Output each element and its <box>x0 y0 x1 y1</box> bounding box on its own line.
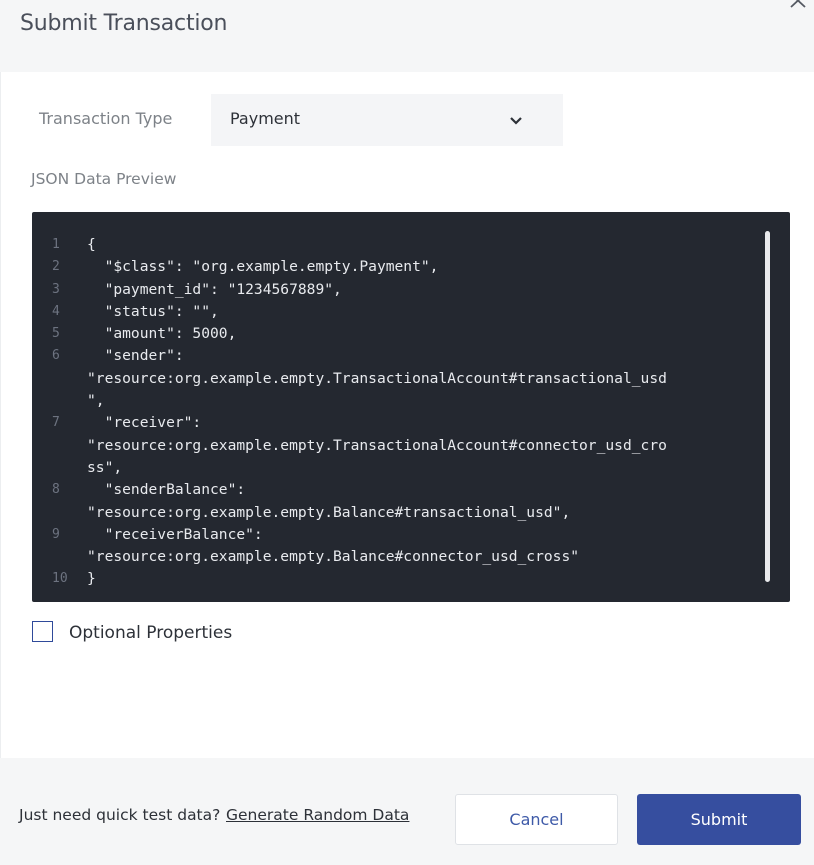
transaction-type-select[interactable]: Payment <box>211 94 563 146</box>
submit-button[interactable]: Submit <box>637 794 801 845</box>
code-line: 5 "amount": 5000, <box>32 323 767 345</box>
line-number: 6 <box>52 348 60 364</box>
line-number: 8 <box>52 482 60 498</box>
line-number <box>32 368 87 390</box>
line-number <box>32 390 87 412</box>
code-line: 3 "payment_id": "1234567889", <box>32 279 767 301</box>
line-number: 3 <box>52 281 60 297</box>
code-text: { <box>87 236 96 253</box>
code-text: "senderBalance": <box>87 481 246 499</box>
json-preview-label: JSON Data Preview <box>31 170 177 188</box>
code-line: "resource:org.example.empty.Transactiona… <box>32 368 767 390</box>
optional-properties-checkbox[interactable] <box>32 621 53 642</box>
code-line: 7 "receiver": <box>32 412 767 434</box>
code-text: "resource:org.example.empty.Balance#tran… <box>87 503 571 521</box>
code-line: 4 "status": "", <box>32 301 767 323</box>
generate-random-data-link[interactable]: Generate Random Data <box>226 806 409 824</box>
code-text: "receiverBalance": <box>87 525 263 543</box>
line-number <box>32 546 87 568</box>
code-text: "$class": "org.example.empty.Payment", <box>87 258 439 276</box>
dialog-title: Submit Transaction <box>20 11 228 36</box>
code-text: "resource:org.example.empty.Transactiona… <box>87 369 667 387</box>
transaction-type-value: Payment <box>230 109 301 128</box>
code-line: 10} <box>32 568 767 590</box>
line-number: 2 <box>52 259 60 275</box>
code-line: 1{ <box>32 234 767 256</box>
code-lines: 1{2 "$class": "org.example.empty.Payment… <box>32 234 767 591</box>
cancel-button[interactable]: Cancel <box>455 794 618 845</box>
line-number <box>32 457 87 479</box>
line-number <box>32 435 87 457</box>
code-line: "resource:org.example.empty.Balance#conn… <box>32 546 767 568</box>
chevron-down-icon <box>509 114 523 126</box>
code-text: "payment_id": "1234567889", <box>87 280 342 298</box>
transaction-type-label: Transaction Type <box>39 109 173 128</box>
code-line: "resource:org.example.empty.Transactiona… <box>32 435 767 457</box>
line-number: 10 <box>52 571 68 587</box>
close-icon[interactable] <box>784 0 814 16</box>
code-line: 8 "senderBalance": <box>32 479 767 501</box>
json-code-editor[interactable]: 1{2 "$class": "org.example.empty.Payment… <box>32 212 790 602</box>
code-text: "amount": 5000, <box>87 325 237 343</box>
editor-scrollbar[interactable] <box>765 231 770 582</box>
code-text: ", <box>87 392 105 410</box>
code-line: ", <box>32 390 767 412</box>
code-text: "sender": <box>87 347 184 365</box>
code-line: 2 "$class": "org.example.empty.Payment", <box>32 256 767 278</box>
optional-properties-label[interactable]: Optional Properties <box>69 623 232 643</box>
line-number: 5 <box>52 326 60 342</box>
code-text: ss", <box>87 458 123 476</box>
code-line: "resource:org.example.empty.Balance#tran… <box>32 502 767 524</box>
line-number: 7 <box>52 415 60 431</box>
code-text: "status": "", <box>87 302 219 320</box>
code-text: "resource:org.example.empty.Transactiona… <box>87 436 667 454</box>
line-number: 1 <box>52 237 60 252</box>
quick-data-text: Just need quick test data? <box>19 806 221 824</box>
line-number: 9 <box>52 526 60 542</box>
code-line: ss", <box>32 457 767 479</box>
dialog-header: Submit Transaction <box>0 0 814 72</box>
line-number <box>32 502 87 524</box>
code-line: 6 "sender": <box>32 345 767 367</box>
code-text: "receiver": <box>87 414 202 432</box>
code-text: } <box>87 570 96 588</box>
code-text: "resource:org.example.empty.Balance#conn… <box>87 548 580 566</box>
line-number: 4 <box>52 303 60 319</box>
code-line: 9 "receiverBalance": <box>32 524 767 546</box>
